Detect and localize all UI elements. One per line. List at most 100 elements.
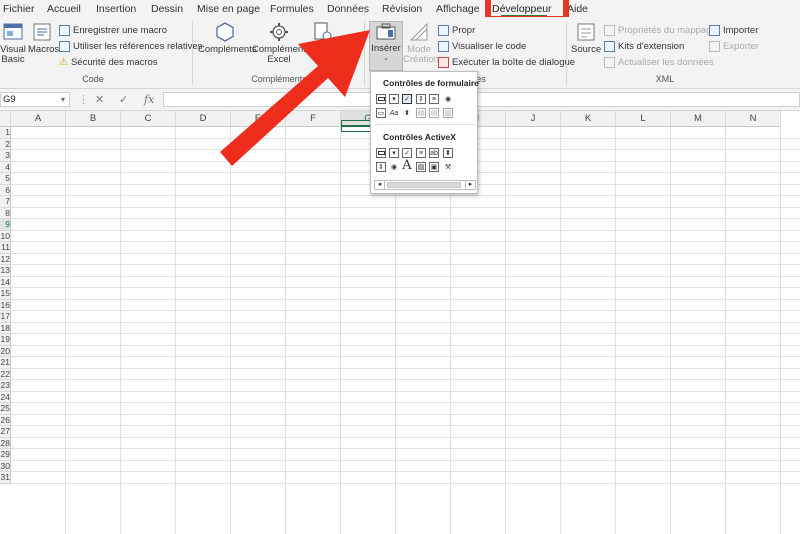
column-header-b[interactable]: B bbox=[66, 111, 121, 127]
view-code-button[interactable]: Visualiser le code bbox=[438, 39, 526, 53]
row-header-4[interactable]: 4 bbox=[0, 161, 11, 173]
design-mode-button[interactable]: Mode Création bbox=[403, 21, 439, 65]
tab-fichier[interactable]: Fichier bbox=[3, 3, 35, 15]
refresh-data-button[interactable]: Actualiser les données bbox=[604, 55, 714, 69]
row-header-26[interactable]: 26 bbox=[0, 414, 11, 426]
row-header-17[interactable]: 17 bbox=[0, 311, 11, 323]
activex-more-controls-icon[interactable]: ⚒ bbox=[443, 162, 453, 172]
extension-packs-button[interactable]: Kits d'extension bbox=[604, 39, 684, 53]
dropdown-scrollbar[interactable]: ◂ ▸ bbox=[374, 180, 476, 190]
column-header-a[interactable]: A bbox=[11, 111, 66, 127]
groupbox-control-icon[interactable]: ▭ bbox=[376, 108, 386, 118]
com-complements-button[interactable]: Co bbox=[306, 21, 340, 55]
row-header-9[interactable]: 9 bbox=[0, 219, 11, 231]
activex-option-icon[interactable]: ◉ bbox=[389, 162, 399, 172]
row-header-1[interactable]: 1 bbox=[0, 127, 11, 139]
map-properties-button[interactable]: Propriétés du mappage bbox=[604, 23, 717, 37]
visual-basic-button[interactable]: Visual Basic bbox=[0, 21, 26, 65]
activex-scrollbar-icon[interactable]: ⬍ bbox=[443, 148, 453, 158]
confirm-icon[interactable]: ✓ bbox=[119, 93, 128, 106]
row-header-23[interactable]: 23 bbox=[0, 380, 11, 392]
option-button-icon[interactable]: ◉ bbox=[443, 94, 453, 104]
activex-textbox-icon[interactable]: ab bbox=[429, 148, 439, 158]
row-header-10[interactable]: 10 bbox=[0, 230, 11, 242]
tab-revision[interactable]: Révision bbox=[382, 3, 422, 15]
row-header-12[interactable]: 12 bbox=[0, 253, 11, 265]
properties-button[interactable]: Propr bbox=[438, 23, 475, 37]
combo-dropdown-control-icon[interactable]: ▥ bbox=[443, 108, 453, 118]
activex-checkbox-icon[interactable]: ✓ bbox=[402, 148, 412, 158]
scroll-right-icon[interactable]: ▸ bbox=[465, 181, 475, 189]
complements-button[interactable]: Compléments bbox=[198, 21, 257, 55]
row-header-30[interactable]: 30 bbox=[0, 460, 11, 472]
row-header-16[interactable]: 16 bbox=[0, 299, 11, 311]
activex-spin-icon[interactable]: ⇕ bbox=[376, 162, 386, 172]
scrollbar-control-icon[interactable]: ⬍ bbox=[402, 108, 412, 118]
select-all-corner[interactable] bbox=[0, 111, 11, 127]
activex-combobox-icon[interactable]: ▾ bbox=[389, 148, 399, 158]
button-control-icon[interactable] bbox=[376, 94, 386, 104]
tab-accueil[interactable]: Accueil bbox=[47, 3, 81, 15]
scroll-thumb[interactable] bbox=[387, 182, 461, 188]
column-header-c[interactable]: C bbox=[121, 111, 176, 127]
xml-source-button[interactable]: Source bbox=[571, 21, 601, 55]
tab-mise-en-page[interactable]: Mise en page bbox=[197, 3, 260, 15]
row-header-11[interactable]: 11 bbox=[0, 242, 11, 254]
macro-security-button[interactable]: ⚠ Sécurité des macros bbox=[59, 55, 158, 69]
record-macro-button[interactable]: Enregistrer une macro bbox=[59, 23, 167, 37]
column-header-n[interactable]: N bbox=[726, 111, 781, 127]
row-header-25[interactable]: 25 bbox=[0, 403, 11, 415]
row-header-14[interactable]: 14 bbox=[0, 276, 11, 288]
run-dialog-button[interactable]: Exécuter la boîte de dialogue bbox=[438, 55, 575, 69]
function-icon[interactable]: fx bbox=[144, 93, 154, 106]
activex-image-icon[interactable]: ▨ bbox=[416, 162, 426, 172]
textfield-control-icon[interactable]: ▤ bbox=[416, 108, 426, 118]
row-header-2[interactable]: 2 bbox=[0, 138, 11, 150]
row-header-18[interactable]: 18 bbox=[0, 322, 11, 334]
tab-dessin[interactable]: Dessin bbox=[151, 3, 183, 15]
cancel-icon[interactable]: ✕ bbox=[95, 93, 104, 106]
import-button[interactable]: Importer bbox=[709, 23, 758, 37]
activex-button-icon[interactable] bbox=[376, 148, 386, 158]
column-header-d[interactable]: D bbox=[176, 111, 231, 127]
combobox-control-icon[interactable]: ▾ bbox=[389, 94, 399, 104]
row-header-8[interactable]: 8 bbox=[0, 207, 11, 219]
column-header-f[interactable]: F bbox=[286, 111, 341, 127]
macros-button[interactable]: Macros bbox=[28, 21, 59, 55]
row-header-7[interactable]: 7 bbox=[0, 196, 11, 208]
spin-control-icon[interactable]: ⇕ bbox=[416, 94, 426, 104]
row-header-5[interactable]: 5 bbox=[0, 173, 11, 185]
column-header-l[interactable]: L bbox=[616, 111, 671, 127]
activex-listbox-icon[interactable]: ≡ bbox=[416, 148, 426, 158]
column-header-m[interactable]: M bbox=[671, 111, 726, 127]
scroll-left-icon[interactable]: ◂ bbox=[375, 181, 385, 189]
tab-affichage[interactable]: Affichage bbox=[436, 3, 480, 15]
row-header-15[interactable]: 15 bbox=[0, 288, 11, 300]
row-header-29[interactable]: 29 bbox=[0, 449, 11, 461]
row-header-21[interactable]: 21 bbox=[0, 357, 11, 369]
insert-controls-button[interactable]: Insérer ⌄ bbox=[369, 21, 403, 71]
row-header-31[interactable]: 31 bbox=[0, 472, 11, 484]
column-header-e[interactable]: E bbox=[231, 111, 286, 127]
relative-refs-button[interactable]: Utiliser les références relatives bbox=[59, 39, 202, 53]
export-button[interactable]: Exporter bbox=[709, 39, 759, 53]
activex-label-icon[interactable]: A bbox=[402, 158, 412, 173]
label-control-icon[interactable]: Aa bbox=[389, 108, 399, 118]
row-header-24[interactable]: 24 bbox=[0, 391, 11, 403]
tab-insertion[interactable]: Insertion bbox=[96, 3, 136, 15]
column-header-j[interactable]: J bbox=[506, 111, 561, 127]
name-box[interactable]: G9 ▾ bbox=[0, 92, 70, 107]
row-header-22[interactable]: 22 bbox=[0, 368, 11, 380]
activex-toggle-icon[interactable]: ▣ bbox=[429, 162, 439, 172]
tab-donnees[interactable]: Données bbox=[327, 3, 369, 15]
combo-list-control-icon[interactable]: ▤ bbox=[429, 108, 439, 118]
row-header-27[interactable]: 27 bbox=[0, 426, 11, 438]
column-header-k[interactable]: K bbox=[561, 111, 616, 127]
tab-formules[interactable]: Formules bbox=[270, 3, 314, 15]
row-header-6[interactable]: 6 bbox=[0, 184, 11, 196]
listbox-control-icon[interactable]: ≡ bbox=[429, 94, 439, 104]
checkbox-control-icon[interactable]: ✓ bbox=[402, 94, 412, 104]
row-header-13[interactable]: 13 bbox=[0, 265, 11, 277]
row-header-3[interactable]: 3 bbox=[0, 150, 11, 162]
tab-aide[interactable]: Aide bbox=[567, 3, 588, 15]
